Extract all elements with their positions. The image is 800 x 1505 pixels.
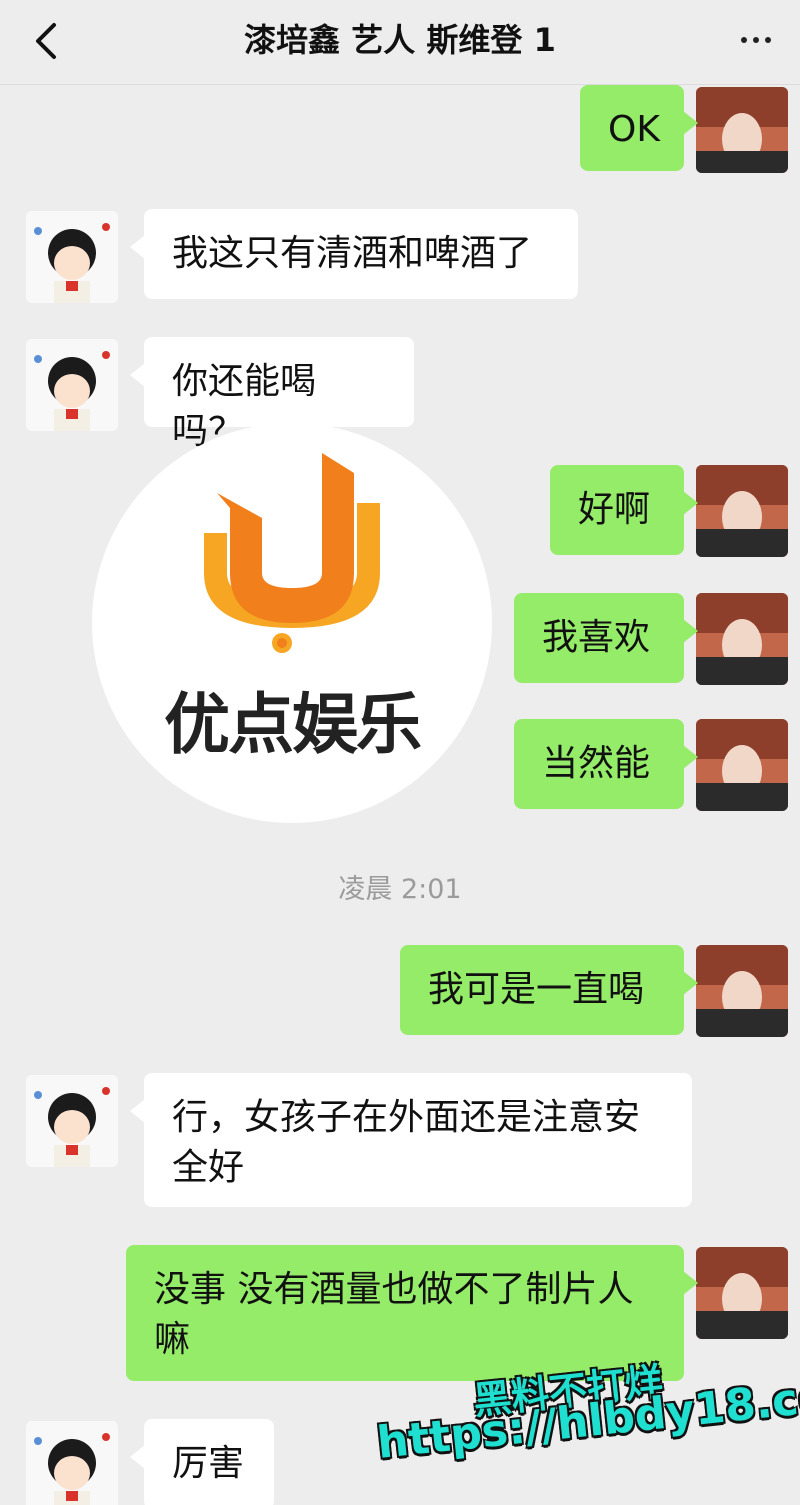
friend-avatar[interactable] [26, 211, 118, 303]
message-bubble[interactable]: 我可是一直喝 [400, 945, 698, 1035]
avatar-image [696, 465, 788, 557]
message-text: 当然能 [542, 743, 651, 784]
message-bubble[interactable]: OK [580, 85, 698, 171]
chat-title: 漆培鑫 艺人 斯维登 1 [244, 21, 556, 59]
avatar-image [696, 719, 788, 811]
avatar-image [26, 1421, 118, 1505]
message-list[interactable]: OK 我这只有清酒和啤酒了 你还能喝吗？ 优点娱乐 好啊 我喜欢 当然能 凌晨 … [0, 85, 800, 1505]
message-text: 没事 没有酒量也做不了制片人嘛 [154, 1269, 634, 1360]
message-bubble[interactable]: 好啊 [550, 465, 698, 555]
my-avatar[interactable] [696, 719, 788, 811]
message-text: 我可是一直喝 [428, 969, 645, 1010]
message-bubble[interactable]: 你还能喝吗？ [130, 337, 414, 452]
message-text: 行，女孩子在外面还是注意安全好 [172, 1097, 641, 1188]
message-bubble[interactable]: 我喜欢 [514, 593, 698, 683]
avatar-image [26, 1075, 118, 1167]
avatar-image [26, 339, 118, 431]
avatar-image [696, 87, 788, 173]
my-avatar[interactable] [696, 87, 788, 173]
message-text: 我喜欢 [542, 617, 651, 658]
message-timestamp: 凌晨 2:01 [338, 874, 462, 905]
avatar-image [696, 1247, 788, 1339]
chevron-left-icon [36, 23, 56, 59]
friend-avatar[interactable] [26, 1075, 118, 1167]
my-avatar[interactable] [696, 465, 788, 557]
back-button[interactable] [22, 16, 72, 66]
avatar-image [26, 211, 118, 303]
message-bubble[interactable]: 我这只有清酒和啤酒了 [130, 209, 578, 299]
message-text: 好啊 [578, 489, 651, 530]
my-avatar[interactable] [696, 945, 788, 1037]
message-bubble[interactable]: 当然能 [514, 719, 698, 809]
message-text: OK [608, 109, 660, 150]
logo-text: 优点娱乐 [164, 686, 422, 763]
message-bubble[interactable]: 厉害 [130, 1419, 274, 1505]
avatar-image [696, 945, 788, 1037]
message-text: 我这只有清酒和啤酒了 [172, 233, 533, 274]
avatar-image [696, 593, 788, 685]
message-bubble[interactable]: 行，女孩子在外面还是注意安全好 [130, 1073, 692, 1207]
ellipsis-icon [741, 37, 747, 43]
brand-logo-icon [204, 453, 380, 653]
overlay-logo: 优点娱乐 [92, 423, 492, 823]
message-text: 厉害 [172, 1443, 245, 1484]
more-options-button[interactable] [730, 18, 782, 62]
friend-avatar[interactable] [26, 339, 118, 431]
my-avatar[interactable] [696, 593, 788, 685]
my-avatar[interactable] [696, 1247, 788, 1339]
chat-header: 漆培鑫 艺人 斯维登 1 [0, 0, 800, 85]
friend-avatar[interactable] [26, 1421, 118, 1505]
